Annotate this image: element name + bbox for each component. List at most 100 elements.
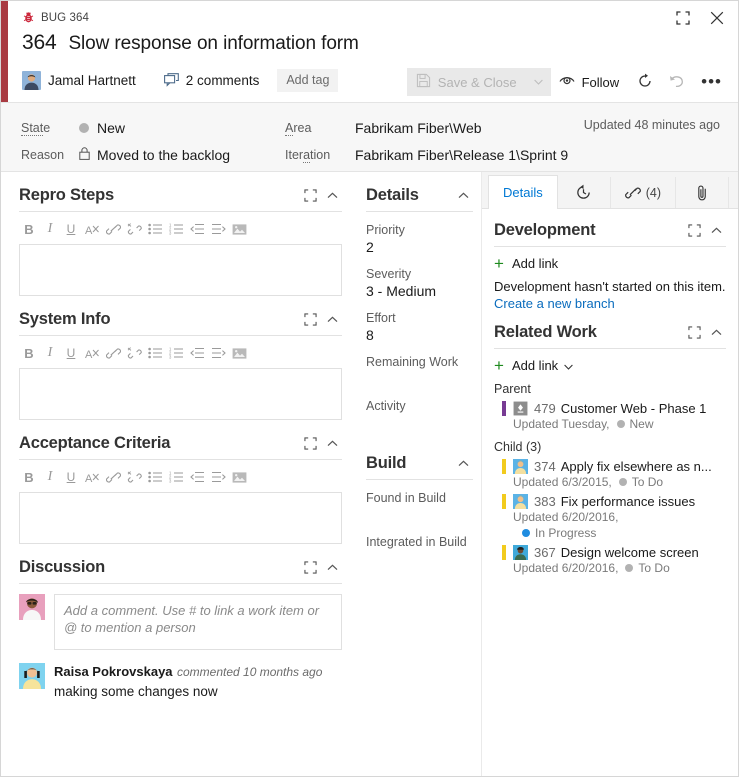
more-options-button[interactable]: ••• <box>693 68 730 96</box>
maximize-icon[interactable] <box>684 324 704 342</box>
section-title: System Info <box>19 310 111 328</box>
numbered-list-icon[interactable]: 123 <box>166 467 186 487</box>
unlink-icon[interactable] <box>124 343 144 363</box>
development-add-link-button[interactable]: + Add link <box>494 255 726 272</box>
maximize-icon[interactable] <box>300 559 320 577</box>
comments-link[interactable]: 2 comments <box>163 73 259 88</box>
related-item-state-line: In Progress <box>513 526 726 540</box>
field-value[interactable]: 8 <box>366 327 473 344</box>
link-icon[interactable] <box>103 343 123 363</box>
chevron-down-icon[interactable] <box>531 79 547 85</box>
state-dot-icon <box>522 529 530 537</box>
work-item-title[interactable]: Slow response on information form <box>68 33 358 55</box>
system-info-input[interactable] <box>19 368 342 420</box>
follow-button[interactable]: Follow <box>551 68 630 96</box>
related-item-title[interactable]: Fix performance issues <box>561 494 695 509</box>
maximize-icon[interactable] <box>300 435 320 453</box>
bold-icon[interactable]: B <box>19 219 39 239</box>
iteration-value[interactable]: Fabrikam Fiber\Release 1\Sprint 9 <box>355 147 568 163</box>
collapse-chevron-icon[interactable] <box>706 222 726 240</box>
work-item-type-color-bar <box>502 401 506 416</box>
italic-icon[interactable]: I <box>40 219 60 239</box>
maximize-icon[interactable] <box>300 187 320 205</box>
bullet-list-icon[interactable] <box>145 467 165 487</box>
maximize-icon[interactable] <box>684 222 704 240</box>
italic-icon[interactable]: I <box>40 467 60 487</box>
tab-attachments[interactable] <box>676 177 730 208</box>
field-label: Priority <box>366 223 405 237</box>
outdent-icon[interactable] <box>187 219 207 239</box>
field-value[interactable] <box>366 415 473 432</box>
collapse-chevron-icon[interactable] <box>322 559 342 577</box>
tab-links[interactable]: (4) <box>611 177 677 208</box>
related-work-item[interactable]: 479 Customer Web - Phase 1 Updated Tuesd… <box>494 401 726 431</box>
indent-icon[interactable] <box>208 467 228 487</box>
reason-value[interactable]: Moved to the backlog <box>79 147 279 163</box>
related-work-item[interactable]: 367 Design welcome screen Updated 6/20/2… <box>494 545 726 575</box>
collapse-chevron-icon[interactable] <box>322 187 342 205</box>
underline-icon[interactable]: U <box>61 467 81 487</box>
field-value[interactable] <box>366 371 473 388</box>
indent-icon[interactable] <box>208 343 228 363</box>
work-item-type-color-bar <box>502 545 506 560</box>
insert-image-icon[interactable] <box>229 219 249 239</box>
indent-icon[interactable] <box>208 219 228 239</box>
bold-icon[interactable]: B <box>19 467 39 487</box>
revert-button[interactable] <box>661 68 693 96</box>
outdent-icon[interactable] <box>187 343 207 363</box>
underline-icon[interactable]: U <box>61 343 81 363</box>
state-value[interactable]: New <box>79 120 279 136</box>
area-value[interactable]: Fabrikam Fiber\Web <box>355 120 482 136</box>
clear-format-icon[interactable]: A <box>82 343 102 363</box>
comment-input[interactable]: Add a comment. Use # to link a work item… <box>54 594 342 650</box>
related-item-title[interactable]: Design welcome screen <box>561 545 699 560</box>
field-value[interactable] <box>366 507 473 524</box>
insert-image-icon[interactable] <box>229 467 249 487</box>
left-pane: Repro Steps B I U A 123 System Info B I … <box>1 172 356 776</box>
reason-label: Reason <box>21 147 65 162</box>
link-icon[interactable] <box>103 467 123 487</box>
underline-icon[interactable]: U <box>61 219 81 239</box>
bullet-list-icon[interactable] <box>145 219 165 239</box>
bold-icon[interactable]: B <box>19 343 39 363</box>
clear-format-icon[interactable]: A <box>82 467 102 487</box>
field-value[interactable]: 3 - Medium <box>366 283 473 300</box>
refresh-button[interactable] <box>629 68 661 96</box>
collapse-chevron-icon[interactable] <box>453 455 473 473</box>
related-item-title[interactable]: Customer Web - Phase 1 <box>561 401 707 416</box>
field-value[interactable] <box>366 551 473 568</box>
window-controls <box>668 5 732 31</box>
numbered-list-icon[interactable]: 123 <box>166 343 186 363</box>
related-work-item[interactable]: 383 Fix performance issues Updated 6/20/… <box>494 494 726 540</box>
tab-details[interactable]: Details <box>488 175 558 209</box>
related-work-add-link-button[interactable]: + Add link <box>494 357 726 374</box>
create-new-branch-link[interactable]: Create a new branch <box>494 296 726 311</box>
collapse-chevron-icon[interactable] <box>706 324 726 342</box>
close-button[interactable] <box>702 5 732 31</box>
chevron-down-icon[interactable] <box>564 358 573 373</box>
assigned-to[interactable]: Jamal Hartnett <box>22 70 136 90</box>
restore-button[interactable] <box>668 5 698 31</box>
bullet-list-icon[interactable] <box>145 343 165 363</box>
save-and-close-button[interactable]: Save & Close <box>406 68 551 96</box>
numbered-list-icon[interactable]: 123 <box>166 219 186 239</box>
acceptance-criteria-input[interactable] <box>19 492 342 544</box>
related-work-item[interactable]: 374 Apply fix elsewhere as n... Updated … <box>494 459 726 489</box>
ellipsis-icon: ••• <box>701 72 722 91</box>
unlink-icon[interactable] <box>124 219 144 239</box>
tab-history[interactable] <box>558 177 611 208</box>
unlink-icon[interactable] <box>124 467 144 487</box>
italic-icon[interactable]: I <box>40 343 60 363</box>
field-value[interactable]: 2 <box>366 239 473 256</box>
link-icon[interactable] <box>103 219 123 239</box>
collapse-chevron-icon[interactable] <box>322 311 342 329</box>
clear-format-icon[interactable]: A <box>82 219 102 239</box>
maximize-icon[interactable] <box>300 311 320 329</box>
repro-steps-input[interactable] <box>19 244 342 296</box>
collapse-chevron-icon[interactable] <box>322 435 342 453</box>
outdent-icon[interactable] <box>187 467 207 487</box>
related-item-title[interactable]: Apply fix elsewhere as n... <box>561 459 712 474</box>
collapse-chevron-icon[interactable] <box>453 187 473 205</box>
insert-image-icon[interactable] <box>229 343 249 363</box>
add-tag-button[interactable]: Add tag <box>277 68 339 92</box>
